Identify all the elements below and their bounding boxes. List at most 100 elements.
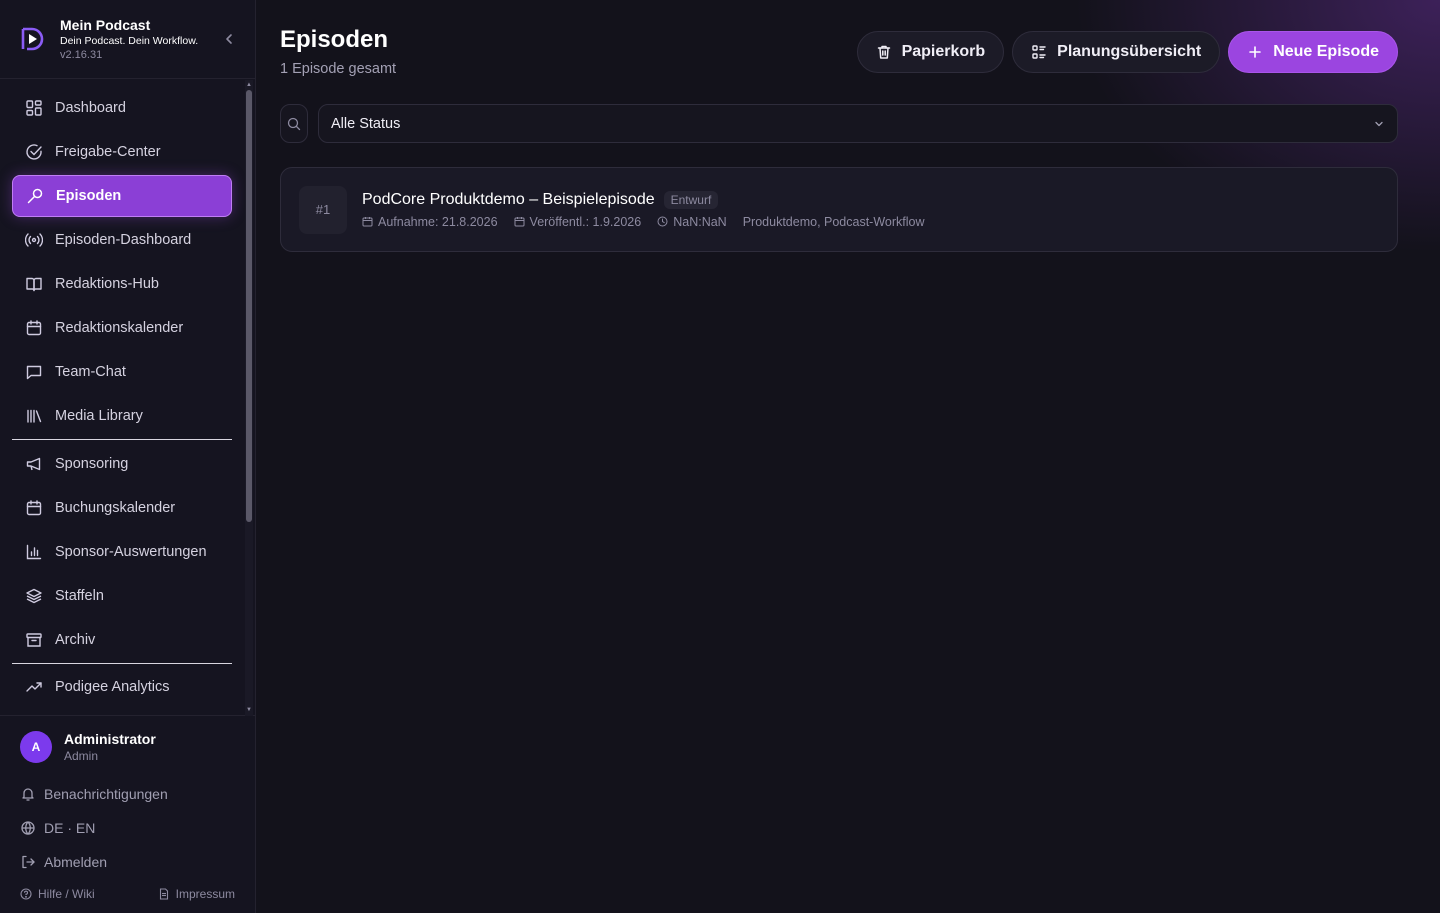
sidebar-scrollbar-thumb[interactable] — [246, 90, 252, 522]
bar-chart-icon — [25, 543, 43, 561]
episode-meta: Aufnahme: 21.8.2026 Veröffentl.: 1.9.202… — [362, 215, 941, 229]
document-icon — [158, 888, 170, 900]
sidebar-item-sponsoring[interactable]: Sponsoring — [12, 443, 232, 485]
book-icon — [25, 275, 43, 293]
episode-details: PodCore Produktdemo – Beispielepisode En… — [362, 190, 941, 229]
user-role: Admin — [64, 749, 99, 763]
brand-title: Mein Podcast — [60, 16, 151, 33]
calendar-icon — [514, 216, 525, 227]
filter-bar: Alle Status — [280, 104, 1398, 143]
sidebar-item-label: Media Library — [55, 408, 143, 424]
status-filter-value: Alle Status — [331, 115, 401, 132]
new-episode-label: Neue Episode — [1273, 43, 1379, 60]
plus-icon — [1247, 44, 1263, 60]
chat-icon — [25, 363, 43, 381]
sidebar-item-sponsor-auswertungen[interactable]: Sponsor-Auswertungen — [12, 531, 232, 573]
avatar: A — [20, 731, 52, 763]
megaphone-icon — [25, 455, 43, 473]
sidebar-item-buchungskalender[interactable]: Buchungskalender — [12, 487, 232, 529]
sidebar-item-episoden-dashboard[interactable]: Episoden-Dashboard — [12, 219, 232, 261]
sidebar-item-label: Staffeln — [55, 588, 104, 604]
podcast-logo-icon — [20, 26, 44, 52]
language-label: DE · EN — [44, 820, 96, 836]
calendar-icon — [25, 319, 43, 337]
sidebar-item-label: Redaktions-Hub — [55, 276, 159, 292]
brand-header: Mein Podcast Dein Podcast. Dein Workflow… — [0, 0, 255, 79]
sidebar-item-media-library[interactable]: Media Library — [12, 395, 232, 437]
sidebar-item-label: Episoden — [56, 188, 122, 204]
sidebar-item-label: Podigee Analytics — [55, 679, 170, 695]
new-episode-button[interactable]: Neue Episode — [1228, 31, 1398, 73]
sidebar-item-dashboard[interactable]: Dashboard — [12, 87, 232, 129]
sidebar-item-label: Sponsor-Auswertungen — [55, 544, 207, 560]
planning-overview-button[interactable]: Planungsübersicht — [1012, 31, 1221, 73]
duration-text: NaN:NaN — [673, 214, 727, 229]
help-circle-icon — [20, 888, 32, 900]
sidebar-item-team-chat[interactable]: Team-Chat — [12, 351, 232, 393]
sidebar-item-episoden[interactable]: Episoden — [12, 175, 232, 217]
logout-link[interactable]: Abmelden — [20, 845, 235, 879]
app-root: Mein Podcast Dein Podcast. Dein Workflow… — [0, 0, 1440, 913]
library-icon — [25, 407, 43, 425]
calendar-icon — [25, 499, 43, 517]
scroll-down-arrow-icon[interactable]: ▼ — [246, 706, 252, 714]
sidebar-item-label: Dashboard — [55, 100, 126, 116]
status-badge: Entwurf — [663, 190, 719, 209]
episode-card[interactable]: #1 PodCore Produktdemo – Beispielepisode… — [280, 167, 1398, 252]
header-actions: Papierkorb Planungsübersicht Neue Episod… — [856, 31, 1398, 73]
main-content: Episoden 1 Episode gesamt Papierkorb Pla… — [256, 0, 1440, 913]
globe-icon — [20, 820, 36, 836]
episode-title: PodCore Produktdemo – Beispielepisode — [362, 190, 655, 208]
help-label: Hilfe / Wiki — [38, 887, 95, 901]
help-wiki-link[interactable]: Hilfe / Wiki — [20, 887, 95, 901]
recording-date-text: Aufnahme: 21.8.2026 — [378, 214, 498, 229]
episode-count: 1 Episode gesamt — [280, 61, 397, 77]
language-switcher[interactable]: DE · EN — [20, 811, 235, 845]
logout-icon — [20, 854, 36, 870]
broadcast-icon — [25, 231, 43, 249]
status-filter-select[interactable]: Alle Status — [318, 104, 1398, 143]
sidebar-item-label: Freigabe-Center — [55, 144, 161, 160]
layers-icon — [25, 587, 43, 605]
episode-tags: Produktdemo, Podcast-Workflow — [742, 214, 925, 229]
sidebar-item-label: Team-Chat — [55, 364, 126, 380]
trash-icon — [876, 44, 892, 60]
check-circle-icon — [25, 143, 43, 161]
impressum-link[interactable]: Impressum — [158, 887, 235, 901]
user-name: Administrator — [64, 731, 156, 747]
sidebar-item-label: Sponsoring — [55, 456, 129, 472]
publish-date: Veröffentl.: 1.9.2026 — [514, 214, 642, 229]
notifications-link[interactable]: Benachrichtigungen — [20, 777, 235, 811]
user-profile[interactable]: A Administrator Admin — [20, 728, 235, 766]
scroll-up-arrow-icon[interactable]: ▲ — [246, 81, 252, 89]
sidebar-item-freigabe-center[interactable]: Freigabe-Center — [12, 131, 232, 173]
clock-icon — [657, 216, 668, 227]
archive-icon — [25, 631, 43, 649]
episode-number: #1 — [299, 185, 347, 234]
trash-label: Papierkorb — [901, 43, 986, 60]
episode-title-row: PodCore Produktdemo – Beispielepisode En… — [362, 190, 941, 209]
planning-label: Planungsübersicht — [1057, 43, 1202, 60]
impressum-label: Impressum — [175, 887, 235, 901]
sidebar-item-archiv[interactable]: Archiv — [12, 619, 232, 661]
logout-label: Abmelden — [44, 854, 108, 870]
collapse-sidebar-chevron-left-icon[interactable] — [223, 31, 235, 47]
publish-date-text: Veröffentl.: 1.9.2026 — [529, 214, 642, 229]
search-button[interactable] — [280, 104, 308, 143]
recording-date: Aufnahme: 21.8.2026 — [362, 215, 498, 229]
notifications-label: Benachrichtigungen — [44, 786, 168, 802]
sidebar-item-staffeln[interactable]: Staffeln — [12, 575, 232, 617]
sidebar-item-label: Archiv — [55, 632, 96, 648]
sidebar-item-redaktionskalender[interactable]: Redaktionskalender — [12, 307, 232, 349]
sidebar-item-podigee-analytics[interactable]: Podigee Analytics — [12, 666, 232, 708]
brand-text: Mein Podcast Dein Podcast. Dein Workflow… — [60, 17, 198, 62]
sidebar-item-label: Buchungskalender — [55, 500, 176, 516]
trash-button[interactable]: Papierkorb — [856, 31, 1005, 73]
page-title: Episoden — [280, 26, 389, 53]
sidebar-item-label: Redaktionskalender — [55, 320, 184, 336]
sidebar-item-redaktions-hub[interactable]: Redaktions-Hub — [12, 263, 232, 305]
calendar-icon — [362, 216, 373, 227]
sidebar-item-label: Episoden-Dashboard — [55, 232, 192, 248]
bell-icon — [20, 786, 36, 802]
dashboard-icon — [25, 99, 43, 117]
